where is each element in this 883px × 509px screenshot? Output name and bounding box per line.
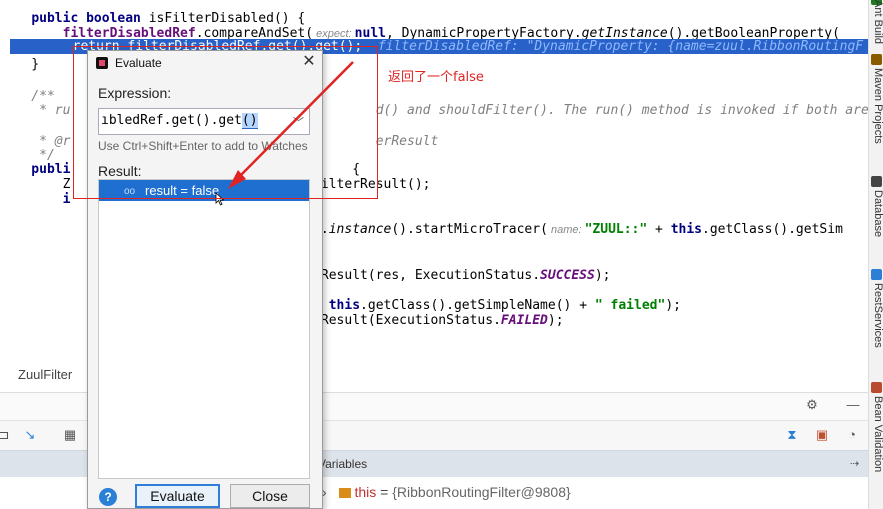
code-token: instance (328, 222, 392, 237)
field-icon (338, 488, 351, 499)
code-token: ().startMicroTracer( (391, 222, 548, 237)
tool-tab-maven-projects[interactable]: Maven Projects (869, 68, 883, 144)
minimize-icon[interactable]: — (845, 397, 861, 413)
result-tree: oo result = false (98, 179, 310, 479)
tool-tab-icon (871, 176, 882, 187)
code-token: i (0, 192, 71, 207)
evaluate-button[interactable]: Evaluate (135, 484, 220, 508)
gauge-icon[interactable]: ◔ (844, 427, 860, 443)
file-tab-zuulfilter[interactable]: ZuulFilter (18, 367, 72, 382)
step-out-icon[interactable]: ⊐ (0, 427, 12, 443)
code-line: } (0, 55, 39, 74)
code-token: } (0, 57, 40, 72)
memory-view-icon[interactable]: ⧗ (784, 427, 800, 443)
code-token: * ru (0, 103, 71, 118)
tool-tab-icon (871, 382, 882, 393)
code-token: "ZUUL::" (584, 222, 648, 237)
pin-icon[interactable]: ⇢ (850, 457, 859, 470)
code-token: ); (665, 298, 681, 313)
code-token: FAILED (500, 313, 548, 328)
right-tool-strip: Ant Build Maven Projects Database RestServi… (868, 0, 883, 509)
tool-tab-icon (871, 54, 882, 65)
variable-name: this (354, 484, 377, 500)
code-token: d() and shouldFilter(). The run() method… (375, 103, 868, 118)
variable-row-this[interactable]: › this = {RibbonRoutingFilter@9808} (322, 484, 571, 500)
cursor-step-icon[interactable]: ↘ (22, 427, 38, 443)
variable-equals: = (376, 484, 393, 500)
close-button[interactable]: Close (230, 484, 310, 508)
help-button[interactable]: ? (99, 488, 117, 506)
code-token: name: (547, 224, 585, 236)
tool-tab-restservices[interactable]: RestServices (869, 283, 883, 348)
annotation-text: 返回了一个false (388, 70, 484, 85)
gear-icon[interactable]: ⚙ (804, 397, 820, 413)
variable-value: {RibbonRoutingFilter@9808} (392, 484, 571, 500)
inline-debug-value: filterDisabledRef: "DynamicProperty: {na… (362, 39, 864, 54)
restore-layout-icon[interactable]: ▣ (814, 427, 830, 443)
code-token: " failed" (594, 298, 666, 313)
code-token: .getClass().getSim (702, 222, 843, 237)
calculator-icon[interactable]: ▦ (62, 427, 78, 443)
tool-tab-database[interactable]: Database (869, 190, 883, 237)
code-token: SUCCESS (540, 268, 595, 283)
tool-tab-ant-build[interactable]: Ant Build (869, 0, 883, 44)
code-token: ); (547, 313, 564, 328)
annotation-highlight-box (73, 46, 378, 199)
code-token: + (647, 222, 671, 237)
code-line: i (0, 190, 71, 209)
code-token: erResult (375, 134, 439, 149)
code-token: ); (594, 268, 611, 283)
code-token: this (670, 222, 703, 237)
tool-tab-icon (871, 269, 882, 280)
variables-title: Variables (318, 457, 368, 471)
tool-tab-bean-validation[interactable]: Bean Validation (869, 396, 883, 472)
